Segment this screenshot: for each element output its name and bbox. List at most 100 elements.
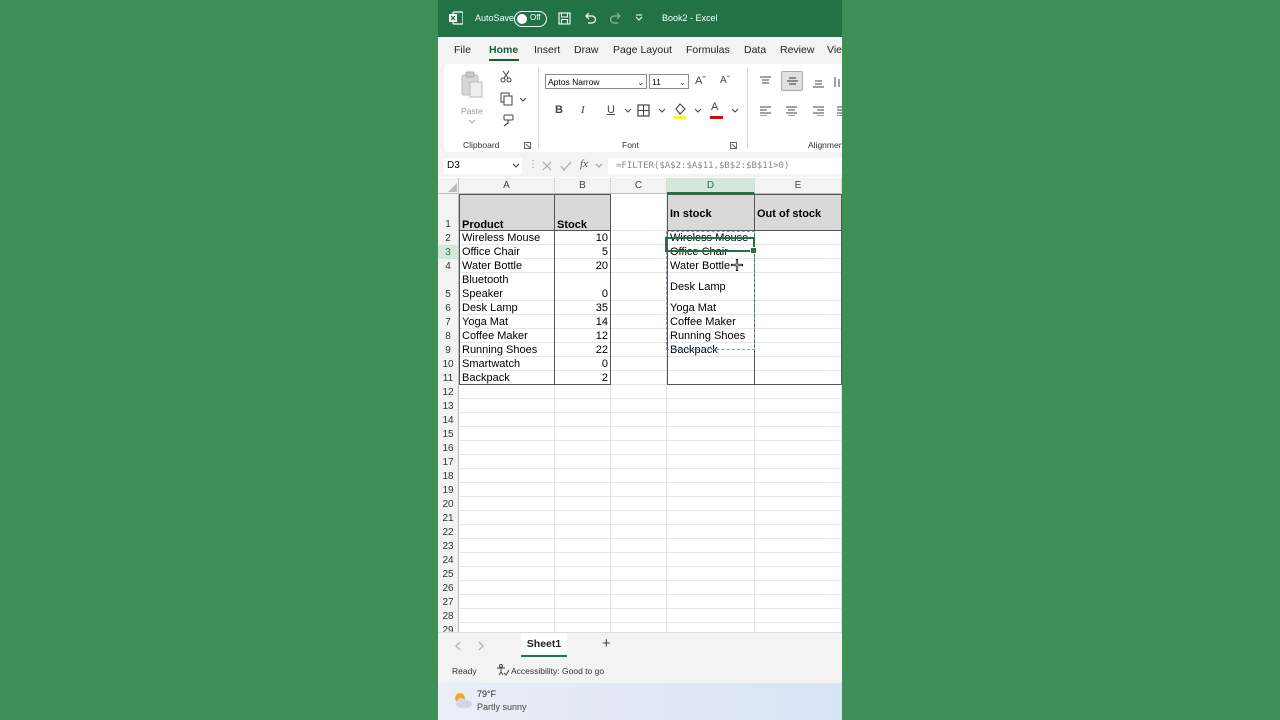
copy-dropdown-icon[interactable] bbox=[519, 97, 527, 103]
tab-review[interactable]: Review bbox=[780, 44, 814, 56]
row-header[interactable]: 28 bbox=[438, 609, 459, 623]
tab-page-layout[interactable]: Page Layout bbox=[613, 44, 672, 56]
accessibility-status[interactable]: Accessibility: Good to go bbox=[511, 666, 604, 676]
clipboard-launcher-icon[interactable] bbox=[524, 142, 531, 149]
row-header[interactable]: 27 bbox=[438, 595, 459, 609]
fill-handle[interactable] bbox=[750, 247, 757, 254]
header-in-stock[interactable]: In stock bbox=[667, 194, 755, 231]
product-cell[interactable]: Wireless Mouse bbox=[459, 231, 555, 245]
stock-cell[interactable]: 0 bbox=[555, 357, 611, 371]
worksheet-grid[interactable]: ABCDE 1 2 3 4 5 6 7 8 9 10 11 12 13 14 15 16 17 18 19 20 21 2… bbox=[438, 178, 842, 632]
tab-insert[interactable]: Insert bbox=[534, 44, 560, 56]
header-out-of-stock[interactable]: Out of stock bbox=[755, 194, 842, 231]
column-header[interactable]: B bbox=[555, 178, 611, 194]
row-header[interactable]: 26 bbox=[438, 581, 459, 595]
underline-dropdown-icon[interactable] bbox=[624, 108, 632, 114]
tab-file[interactable]: File bbox=[454, 44, 471, 56]
row-header[interactable]: 10 bbox=[438, 357, 459, 371]
paste-icon[interactable] bbox=[460, 71, 484, 99]
redo-icon[interactable] bbox=[609, 11, 623, 25]
row-header[interactable]: 7 bbox=[438, 315, 459, 329]
out-of-stock-cell[interactable] bbox=[755, 371, 842, 385]
out-of-stock-cell[interactable] bbox=[755, 357, 842, 371]
row-header[interactable]: 23 bbox=[438, 539, 459, 553]
stock-cell[interactable]: 2 bbox=[555, 371, 611, 385]
fx-dropdown-icon[interactable] bbox=[595, 163, 603, 169]
bold-button[interactable]: B bbox=[555, 104, 563, 116]
out-of-stock-cell[interactable] bbox=[755, 315, 842, 329]
in-stock-cell[interactable] bbox=[667, 371, 755, 385]
fill-color-dropdown-icon[interactable] bbox=[694, 108, 702, 114]
row-header[interactable]: 22 bbox=[438, 525, 459, 539]
insert-function-button[interactable]: fx bbox=[580, 158, 588, 170]
row-header[interactable]: 2 bbox=[438, 231, 459, 245]
name-box[interactable]: D3 bbox=[444, 158, 522, 174]
product-cell[interactable]: Water Bottle bbox=[459, 259, 555, 273]
autosave-toggle[interactable]: Off bbox=[514, 11, 547, 27]
out-of-stock-cell[interactable] bbox=[755, 231, 842, 245]
row-header[interactable]: 15 bbox=[438, 427, 459, 441]
row-header[interactable]: 4 bbox=[438, 259, 459, 273]
copy-icon[interactable] bbox=[500, 92, 514, 106]
fill-color-icon[interactable] bbox=[673, 102, 687, 119]
row-header[interactable]: 25 bbox=[438, 567, 459, 581]
tab-formulas[interactable]: Formulas bbox=[686, 44, 730, 56]
accessibility-icon[interactable] bbox=[497, 664, 509, 676]
align-left-icon[interactable] bbox=[759, 106, 772, 116]
out-of-stock-cell[interactable] bbox=[755, 301, 842, 315]
underline-button[interactable]: U bbox=[607, 104, 615, 116]
out-of-stock-cell[interactable] bbox=[755, 343, 842, 357]
font-color-icon[interactable]: A bbox=[711, 101, 718, 113]
row-header[interactable]: 16 bbox=[438, 441, 459, 455]
sheet-tab-sheet1[interactable]: Sheet1 bbox=[521, 633, 567, 657]
product-cell[interactable]: Bluetooth Speaker bbox=[459, 273, 555, 301]
row-header[interactable]: 12 bbox=[438, 385, 459, 399]
bottom-align-icon[interactable] bbox=[812, 79, 825, 89]
active-cell-d3[interactable] bbox=[665, 237, 757, 254]
stock-cell[interactable]: 10 bbox=[555, 231, 611, 245]
out-of-stock-cell[interactable] bbox=[755, 259, 842, 273]
paste-dropdown-icon[interactable] bbox=[468, 119, 476, 125]
borders-dropdown-icon[interactable] bbox=[658, 108, 666, 114]
formula-input[interactable]: =FILTER($A$2:$A$11,$B$2:$B$11>0) bbox=[608, 158, 842, 174]
chevron-right-icon[interactable] bbox=[478, 641, 485, 651]
row-header[interactable]: 24 bbox=[438, 553, 459, 567]
select-all-corner[interactable] bbox=[438, 178, 459, 194]
cut-icon[interactable] bbox=[500, 70, 512, 83]
format-painter-icon[interactable] bbox=[500, 114, 514, 128]
font-size-select[interactable]: 11 ⌄ bbox=[649, 74, 689, 89]
header-product[interactable]: Product bbox=[459, 194, 555, 231]
tab-draw[interactable]: Draw bbox=[574, 44, 599, 56]
stock-cell[interactable]: 12 bbox=[555, 329, 611, 343]
column-header[interactable]: C bbox=[611, 178, 667, 194]
tab-home[interactable]: Home bbox=[489, 44, 518, 56]
italic-button[interactable]: I bbox=[581, 104, 585, 116]
align-center-icon[interactable] bbox=[785, 106, 798, 116]
shrink-font-icon[interactable]: Aˇ bbox=[720, 75, 730, 86]
row-header[interactable]: 18 bbox=[438, 469, 459, 483]
row-header[interactable]: 6 bbox=[438, 301, 459, 315]
product-cell[interactable]: Coffee Maker bbox=[459, 329, 555, 343]
product-cell[interactable]: Running Shoes bbox=[459, 343, 555, 357]
stock-cell[interactable]: 14 bbox=[555, 315, 611, 329]
row-header[interactable]: 17 bbox=[438, 455, 459, 469]
customize-toolbar-icon[interactable] bbox=[635, 14, 643, 22]
row-header[interactable]: 11 bbox=[438, 371, 459, 385]
add-sheet-button[interactable]: + bbox=[602, 635, 611, 652]
cancel-icon[interactable] bbox=[542, 161, 552, 171]
stock-cell[interactable]: 0 bbox=[555, 273, 611, 301]
grow-font-icon[interactable]: Aˆ bbox=[695, 75, 706, 87]
column-header[interactable]: A bbox=[459, 178, 555, 194]
chevron-left-icon[interactable] bbox=[454, 641, 461, 651]
product-cell[interactable]: Office Chair bbox=[459, 245, 555, 259]
stock-cell[interactable]: 5 bbox=[555, 245, 611, 259]
row-header[interactable]: 13 bbox=[438, 399, 459, 413]
product-cell[interactable]: Smartwatch bbox=[459, 357, 555, 371]
borders-icon[interactable] bbox=[637, 104, 650, 117]
row-header[interactable]: 21 bbox=[438, 511, 459, 525]
in-stock-cell[interactable] bbox=[667, 357, 755, 371]
out-of-stock-cell[interactable] bbox=[755, 273, 842, 301]
stock-cell[interactable]: 20 bbox=[555, 259, 611, 273]
column-header[interactable]: E bbox=[755, 178, 842, 194]
column-header[interactable]: D bbox=[667, 178, 755, 194]
